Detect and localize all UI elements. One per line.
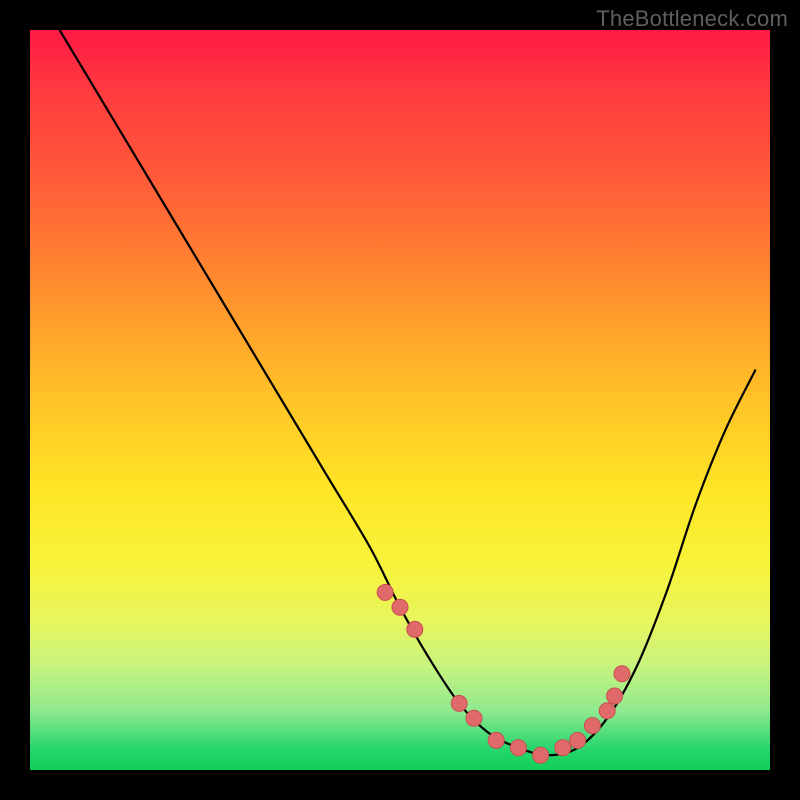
marker-point [377, 584, 393, 600]
marker-point [392, 599, 408, 615]
marker-point [599, 703, 615, 719]
plot-area [30, 30, 770, 770]
marker-point [488, 732, 504, 748]
bottleneck-curve [60, 30, 756, 755]
marker-point [407, 621, 423, 637]
chart-frame: TheBottleneck.com [0, 0, 800, 800]
marker-point [451, 695, 467, 711]
marker-point [584, 718, 600, 734]
curve-layer [30, 30, 770, 770]
marker-point [510, 740, 526, 756]
marker-point [466, 710, 482, 726]
marker-point [570, 732, 586, 748]
marker-point [555, 740, 571, 756]
marker-point [607, 688, 623, 704]
marker-point [614, 666, 630, 682]
watermark-text: TheBottleneck.com [596, 6, 788, 32]
marker-point [533, 747, 549, 763]
